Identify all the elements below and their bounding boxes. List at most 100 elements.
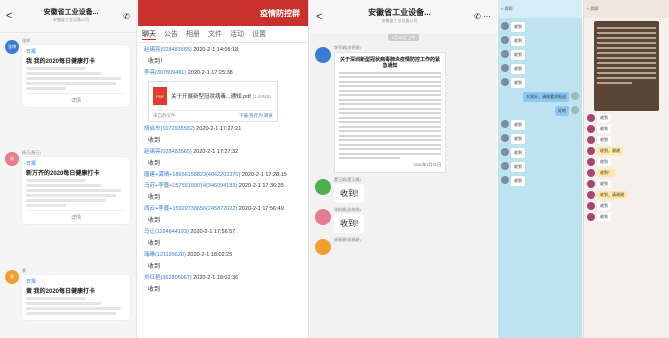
avatar[interactable] bbox=[587, 169, 595, 177]
avatar[interactable] bbox=[587, 114, 595, 122]
message-list: 收到 收到 收到 收到 收到 大家好，请按要求报送 好的 收到 收到 收到 收到 收到 bbox=[498, 22, 582, 186]
tab-files[interactable]: 文件 bbox=[208, 29, 222, 39]
details-link[interactable]: 详情 bbox=[26, 210, 126, 221]
group-chat-panel: 疫情防控群 聊天 公告 相册 文件 活动 设置 赵锡亮(028483565) 2… bbox=[138, 0, 309, 338]
reply-message: 董玉娟(董玉娟) 收到! bbox=[310, 177, 497, 203]
tab-announcement[interactable]: 公告 bbox=[164, 29, 178, 39]
sender-link[interactable]: 胡启东(1072935582) bbox=[144, 126, 195, 132]
sender-link[interactable]: 赵锡亮(028483565) bbox=[144, 47, 192, 53]
sender-link[interactable]: 刘红艳(362805067) bbox=[144, 275, 192, 281]
message-row: 收到 bbox=[587, 213, 666, 221]
message-row: 收到 bbox=[501, 134, 579, 144]
report-card[interactable]: 日报 我 我的2020每日健康打卡 详情 bbox=[22, 45, 130, 107]
message-bubble: 收到！ bbox=[597, 169, 615, 177]
avatar[interactable] bbox=[315, 179, 331, 195]
reply-message: 姚春静(姚春静) bbox=[310, 237, 497, 255]
chat-header[interactable]: < 群聊 bbox=[498, 0, 582, 18]
notice-chat-panel: < 安徽省工业设备... 安徽省工业设备公司 ✆ ⋯ 1月16日 上午 李亮娟(… bbox=[310, 0, 497, 338]
report-tag: 日报 bbox=[26, 279, 37, 285]
message-text: 收到 bbox=[148, 264, 161, 270]
avatar[interactable] bbox=[587, 136, 595, 144]
notice-document-image[interactable]: 关于深圳新型冠状病毒肺炎疫情防控工作的紧急通知 2020年1月31日 bbox=[334, 52, 446, 173]
phone-icon[interactable]: ✆ ⋯ bbox=[465, 12, 491, 21]
avatar[interactable]: 黄 bbox=[5, 270, 19, 284]
avatar[interactable]: 杨 bbox=[5, 152, 19, 166]
group-title: 疫情防控群 bbox=[260, 8, 300, 18]
message-row: 收到 bbox=[587, 158, 666, 166]
message-row: 收到 bbox=[501, 64, 579, 74]
message-row: 收到 bbox=[587, 114, 666, 122]
phone-icon[interactable]: ✆ bbox=[118, 12, 130, 21]
message-text: 收到 bbox=[148, 195, 161, 201]
avatar[interactable] bbox=[501, 64, 509, 72]
document-title: 关于深圳新型冠状病毒肺炎疫情防控工作的紧急通知 bbox=[339, 57, 440, 69]
document-date: 2020年1月31日 bbox=[413, 162, 441, 167]
sender-link[interactable]: 赵锡亮(028483565) bbox=[144, 149, 192, 155]
avatar[interactable] bbox=[501, 134, 509, 142]
avatar[interactable] bbox=[315, 47, 331, 63]
avatar[interactable] bbox=[501, 120, 509, 128]
details-link[interactable]: 详情 bbox=[26, 93, 126, 104]
date-separator: 1月16日 上午 bbox=[387, 34, 420, 41]
tab-settings[interactable]: 设置 bbox=[252, 29, 266, 39]
avatar[interactable] bbox=[501, 162, 509, 170]
avatar[interactable] bbox=[501, 50, 509, 58]
sender-link[interactable]: 唐建+龚晴+18656158823(4062203370) bbox=[144, 172, 240, 178]
file-attachment[interactable]: PDF 关于开展新型冠状病毒...通知.pdf (1.49MB) 来自群文件 下… bbox=[148, 81, 278, 122]
sender-name: 黄 bbox=[22, 268, 26, 273]
avatar[interactable] bbox=[587, 213, 595, 221]
message-row: 收到 bbox=[587, 180, 666, 188]
timestamp: 2020-2-1 17:56:57 bbox=[188, 229, 236, 235]
sender-name: 董玉娟(董玉娟) bbox=[334, 177, 361, 182]
sender-link[interactable]: 西云+李蔓+15929738656(245872022) bbox=[144, 206, 237, 212]
message-row: 收到 bbox=[501, 78, 579, 88]
report-card[interactable]: 日报 黄 我的2020每日健康打卡 bbox=[22, 275, 130, 320]
avatar[interactable] bbox=[587, 191, 595, 199]
avatar[interactable] bbox=[501, 176, 509, 184]
beige-chat-panel: < 群聊 收到 收到 收到 收到，谢谢 收到 收到！ 收到 收到，请谢谢 收到 收到 bbox=[583, 0, 669, 338]
tab-chat[interactable]: 聊天 bbox=[142, 29, 156, 40]
sender-link[interactable]: 瑞琳(121195620) bbox=[144, 252, 186, 258]
message-row: 收到 bbox=[501, 36, 579, 46]
sender-link[interactable]: 马让(1194844193) bbox=[144, 229, 189, 235]
avatar[interactable] bbox=[315, 239, 331, 255]
report-message: 杨 杨万(杨万) 日报 新万齐的2020每日健康打卡 详情 bbox=[0, 150, 136, 224]
sender-name: 张博 bbox=[22, 38, 30, 43]
avatar[interactable] bbox=[587, 158, 595, 166]
message-row: 收到 bbox=[501, 22, 579, 32]
message-list: 收到 收到 收到 收到，谢谢 收到 收到！ 收到 收到，请谢谢 收到 收到 bbox=[584, 114, 669, 221]
message-bubble: 收到 bbox=[597, 202, 611, 210]
message-row: 收到，谢谢 bbox=[587, 147, 666, 155]
file-actions[interactable]: 下载 另存为 转发 bbox=[239, 113, 273, 119]
avatar[interactable] bbox=[501, 78, 509, 86]
tab-events[interactable]: 活动 bbox=[230, 29, 244, 39]
message-row: 收到 bbox=[587, 136, 666, 144]
avatar[interactable] bbox=[571, 92, 579, 100]
report-card[interactable]: 日报 新万齐的2020每日健康打卡 详情 bbox=[22, 157, 130, 224]
work-report-chat-panel: < 安徽省工业设备... 安徽省工业设备公司 ✆ 张博 张博 日报 我 我的20… bbox=[0, 0, 137, 338]
notice-message: 李亮娟(李亮娟) 关于深圳新型冠状病毒肺炎疫情防控工作的紧急通知 2020年1月… bbox=[310, 45, 497, 173]
chat-header[interactable]: < 群聊 bbox=[584, 0, 669, 18]
avatar[interactable] bbox=[501, 36, 509, 44]
back-button[interactable]: < bbox=[6, 10, 24, 22]
report-title: 新万齐的2020每日健康打卡 bbox=[26, 171, 100, 177]
avatar[interactable] bbox=[501, 22, 509, 30]
avatar[interactable] bbox=[587, 202, 595, 210]
avatar[interactable] bbox=[501, 148, 509, 156]
message-bubble: 收到，谢谢 bbox=[597, 147, 623, 155]
timestamp: 2020-2-1 17:36:35 bbox=[237, 183, 284, 189]
message-row: 收到 bbox=[501, 176, 579, 186]
sender-link[interactable]: 李亮(307809481) bbox=[144, 70, 186, 76]
message-bubble: 收到 bbox=[597, 180, 611, 188]
message-meta: 马让(1194844193) 2020-2-1 17:56:57 bbox=[144, 227, 302, 238]
sender-link[interactable]: 马苏+李蔓+15755199014(346094183) bbox=[144, 183, 237, 189]
avatar[interactable] bbox=[587, 180, 595, 188]
back-button[interactable]: < bbox=[316, 11, 334, 23]
notice-image[interactable] bbox=[594, 21, 659, 111]
avatar[interactable] bbox=[315, 209, 331, 225]
avatar[interactable]: 张博 bbox=[5, 40, 19, 54]
avatar[interactable] bbox=[587, 125, 595, 133]
avatar[interactable] bbox=[571, 106, 579, 114]
tab-album[interactable]: 相册 bbox=[186, 29, 200, 39]
avatar[interactable] bbox=[587, 147, 595, 155]
